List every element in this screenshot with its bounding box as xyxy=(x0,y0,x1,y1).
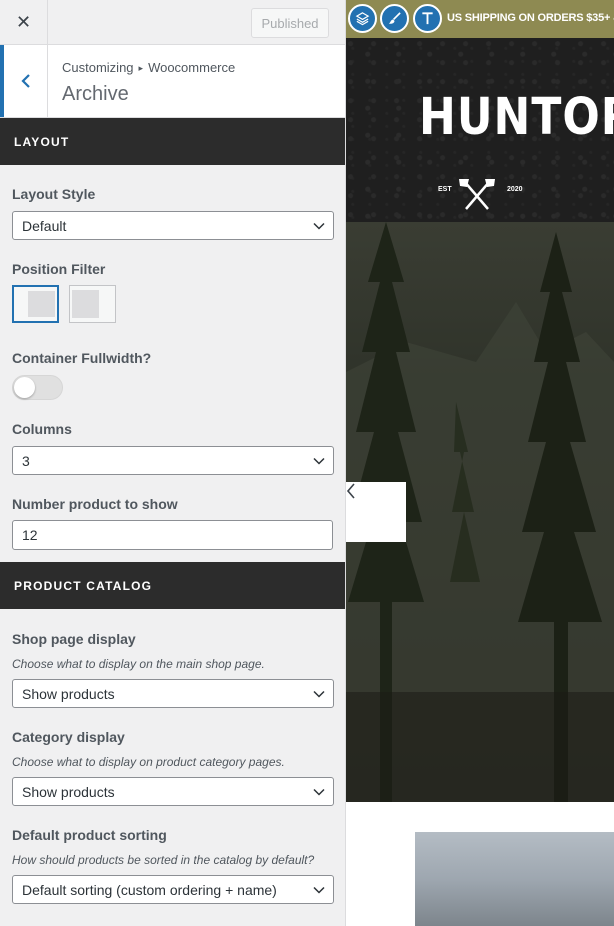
columns-label: Columns xyxy=(12,421,72,437)
default-sorting-description: How should products be sorted in the cat… xyxy=(12,853,315,867)
chevron-down-icon xyxy=(313,457,325,465)
chevron-down-icon xyxy=(313,788,325,796)
section-title-layout: LAYOUT xyxy=(0,118,345,165)
category-display-label: Category display xyxy=(12,729,125,745)
chevron-down-icon xyxy=(313,222,325,230)
toggle-knob xyxy=(14,377,35,398)
text-icon xyxy=(422,12,433,25)
layout-style-value: Default xyxy=(22,217,67,234)
position-filter-left-option[interactable] xyxy=(12,285,59,323)
columns-value: 3 xyxy=(22,452,30,469)
shop-display-value: Show products xyxy=(22,685,115,702)
customizer-topbar: ✕ Published xyxy=(0,0,345,45)
slider-prev-button[interactable] xyxy=(346,482,406,542)
site-header: HUNTOR EST 2020 xyxy=(346,38,614,222)
customizer-sidebar: ✕ Published Customizing ▸ Woocommerce Arch… xyxy=(0,0,346,926)
text-tool-button[interactable] xyxy=(413,4,442,33)
brush-tool-button[interactable] xyxy=(380,4,409,33)
brush-icon xyxy=(388,12,401,24)
position-filter-label: Position Filter xyxy=(12,261,106,277)
shop-display-label: Shop page display xyxy=(12,631,136,647)
layers-icon xyxy=(355,12,370,26)
close-button[interactable]: ✕ xyxy=(0,0,48,45)
layers-tool-button[interactable] xyxy=(348,4,377,33)
breadcrumb: Customizing ▸ Woocommerce xyxy=(62,60,235,75)
position-right-preview-icon xyxy=(72,290,99,318)
site-preview[interactable]: US SHIPPING ON ORDERS $35+ & HUNTOR EST … xyxy=(346,0,614,926)
announcement-text: US SHIPPING ON ORDERS $35+ & xyxy=(447,12,614,24)
back-button[interactable] xyxy=(0,45,48,117)
position-filter-right-option[interactable] xyxy=(69,285,116,323)
published-button[interactable]: Published xyxy=(251,8,329,38)
section-title-product-catalog: PRODUCT CATALOG xyxy=(0,562,345,609)
category-display-select[interactable]: Show products xyxy=(12,777,334,806)
container-fullwidth-toggle[interactable] xyxy=(12,375,63,400)
layout-style-label: Layout Style xyxy=(12,186,96,202)
page-title: Archive xyxy=(62,83,129,105)
breadcrumb-separator: ▸ xyxy=(138,63,144,73)
columns-select[interactable]: 3 xyxy=(12,446,334,475)
section-header: Customizing ▸ Woocommerce Archive xyxy=(0,45,345,118)
products-to-show-value: 12 xyxy=(22,527,38,543)
breadcrumb-root: Customizing xyxy=(62,60,134,75)
default-sorting-label: Default product sorting xyxy=(12,827,167,843)
logo-title[interactable]: HUNTOR xyxy=(419,88,614,147)
logo-year: 2020 xyxy=(507,186,523,193)
chevron-left-icon xyxy=(20,74,30,88)
shop-display-description: Choose what to display on the main shop … xyxy=(12,657,265,671)
chevron-down-icon xyxy=(313,690,325,698)
product-image[interactable] xyxy=(415,832,614,926)
category-display-value: Show products xyxy=(22,783,115,800)
default-sorting-value: Default sorting (custom ordering + name) xyxy=(22,881,277,898)
layout-style-select[interactable]: Default xyxy=(12,211,334,240)
products-to-show-label: Number product to show xyxy=(12,496,178,512)
container-fullwidth-label: Container Fullwidth? xyxy=(12,350,152,366)
crossed-axes-icon xyxy=(459,179,495,210)
chevron-down-icon xyxy=(313,886,325,894)
category-display-description: Choose what to display on product catego… xyxy=(12,755,285,769)
close-icon: ✕ xyxy=(15,12,32,32)
default-sorting-select[interactable]: Default sorting (custom ordering + name) xyxy=(12,875,334,904)
chevron-left-icon xyxy=(346,483,355,499)
breadcrumb-parent: Woocommerce xyxy=(148,60,236,75)
shop-display-select[interactable]: Show products xyxy=(12,679,334,708)
position-left-preview-icon xyxy=(28,291,55,317)
hero-image xyxy=(346,222,614,802)
products-to-show-input[interactable]: 12 xyxy=(12,520,333,550)
announcement-bar: US SHIPPING ON ORDERS $35+ & xyxy=(346,0,614,38)
logo-est: EST xyxy=(438,186,452,193)
